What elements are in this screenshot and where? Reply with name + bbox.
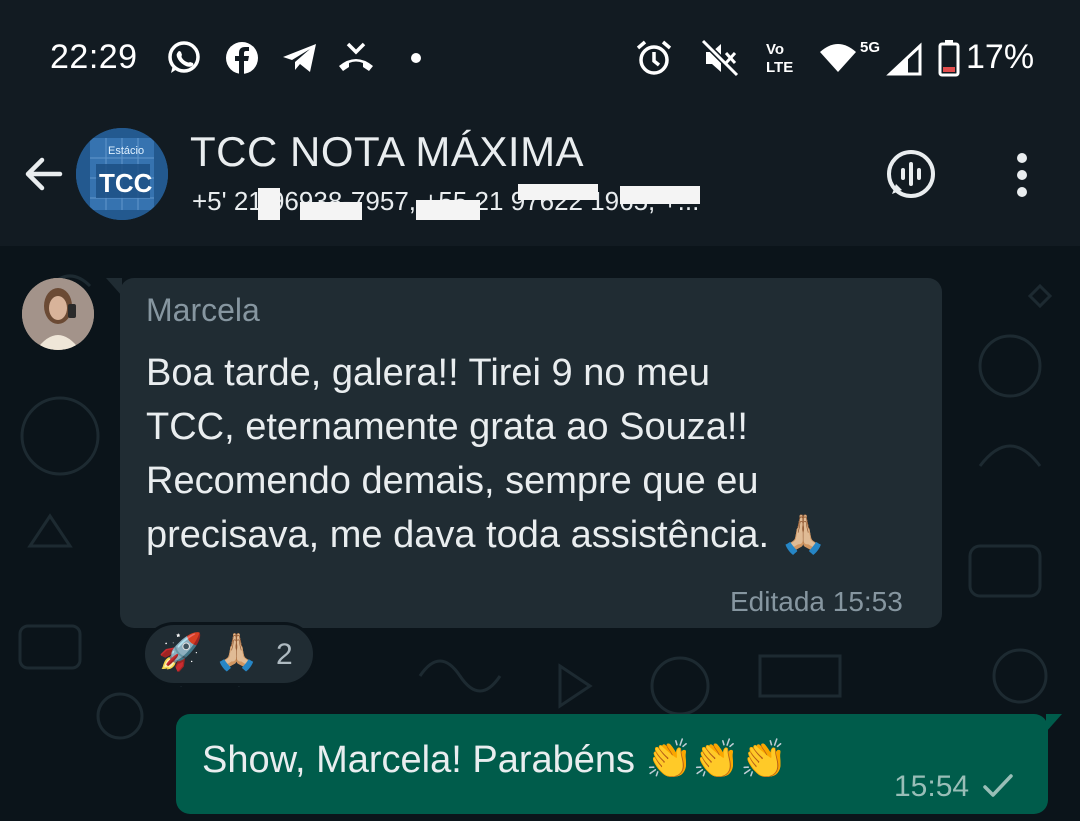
alarm-icon xyxy=(636,40,672,75)
facebook-icon xyxy=(226,42,258,74)
redaction-mark xyxy=(518,184,598,200)
sender-avatar[interactable] xyxy=(22,278,94,350)
rocket-reaction: 🚀 xyxy=(158,631,203,672)
signal-icon: 5G xyxy=(860,39,922,76)
pray-reaction: 🙏🏼 xyxy=(214,631,259,672)
dot-icon xyxy=(411,53,421,63)
redaction-mark xyxy=(258,188,280,220)
svg-text:TCC: TCC xyxy=(99,168,153,198)
telegram-icon xyxy=(283,44,316,72)
outgoing-message-text: Show, Marcela! Parabéns 👏👏👏 xyxy=(202,739,788,781)
redaction-mark xyxy=(416,200,480,220)
missed-call-icon xyxy=(339,42,373,71)
voice-chat-icon[interactable] xyxy=(884,148,940,204)
group-title[interactable]: TCC NOTA MÁXIMA xyxy=(190,128,584,176)
message-edited-time: Editada 15:53 xyxy=(730,586,903,617)
volte-icon: Vo LTE xyxy=(766,41,793,76)
mute-icon xyxy=(700,38,740,78)
svg-text:Estácio: Estácio xyxy=(108,145,144,157)
incoming-message-text: Boa tarde, galera!! Tirei 9 no meu TCC, … xyxy=(146,346,916,562)
battery-percent: 17% xyxy=(966,38,1035,76)
svg-text:LTE: LTE xyxy=(766,59,793,76)
wifi-icon xyxy=(820,44,856,72)
message-line: Recomendo demais, sempre que eu xyxy=(146,460,759,502)
group-avatar[interactable]: Estácio TCC xyxy=(76,128,168,220)
redaction-mark xyxy=(620,186,700,204)
group-members[interactable]: +5' 21 96938-7957, +55 21 97622 1965, +.… xyxy=(192,186,842,217)
sent-check-icon xyxy=(983,774,1013,797)
message-line: precisava, me dava toda assistência. 🙏🏼 xyxy=(146,514,827,556)
outgoing-message-time: 15:54 xyxy=(894,770,970,803)
message-line: Boa tarde, galera!! Tirei 9 no meu xyxy=(146,352,710,394)
clock: 22:29 xyxy=(50,38,138,76)
sender-name[interactable]: Marcela xyxy=(146,292,260,329)
whatsapp-icon xyxy=(168,41,200,73)
more-options-icon[interactable] xyxy=(996,148,1052,204)
battery-icon xyxy=(938,40,960,77)
redaction-mark xyxy=(300,202,362,220)
svg-text:Vo: Vo xyxy=(766,41,784,58)
back-arrow-icon[interactable] xyxy=(20,150,68,198)
svg-text:5G: 5G xyxy=(860,39,880,56)
message-line: TCC, eternamente grata ao Souza!! xyxy=(146,406,748,448)
reaction-count: 2 xyxy=(276,638,293,671)
